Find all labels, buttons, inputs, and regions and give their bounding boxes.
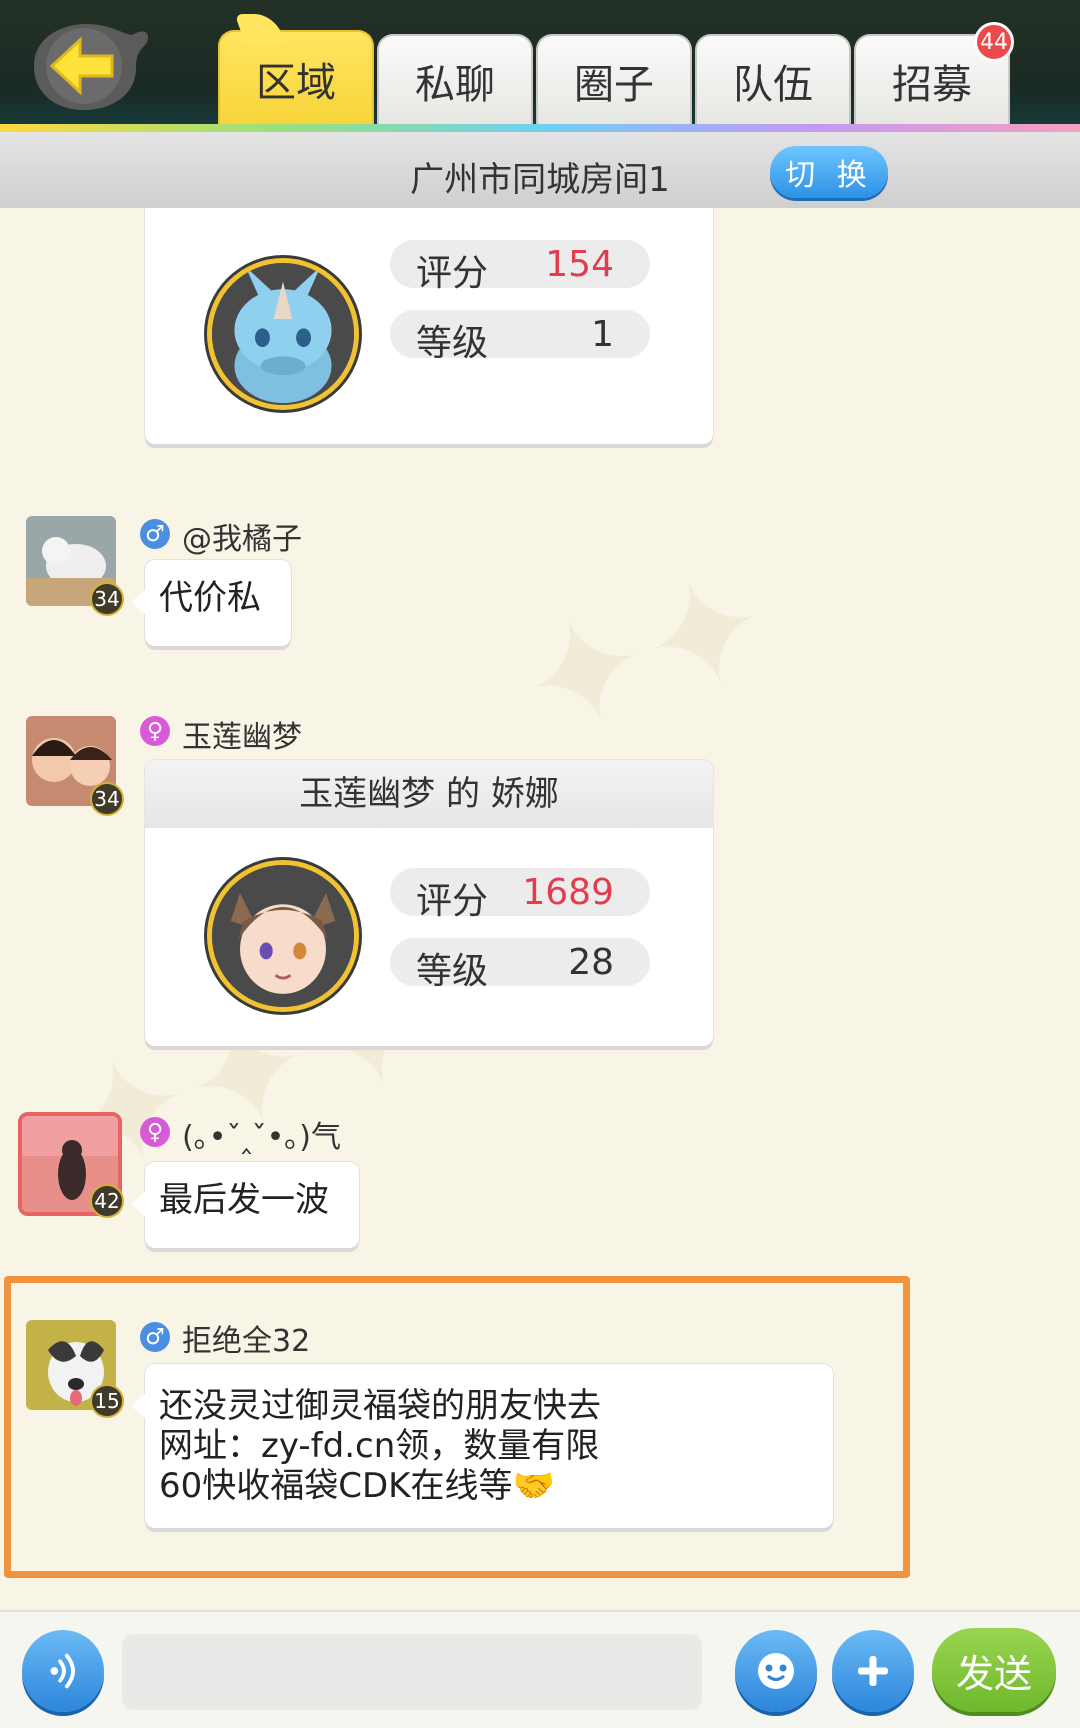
level-pill: 等级 1 — [390, 310, 650, 364]
pet-avatar — [207, 860, 359, 1012]
room-bar: 广州市同城房间1 切 换 — [0, 132, 1080, 208]
tab-label: 队伍 — [733, 62, 813, 108]
input-bar: 发送 — [0, 1610, 1080, 1728]
female-icon: ♀ — [140, 1117, 170, 1147]
level-badge: 34 — [90, 782, 124, 816]
pet-card[interactable]: 玉莲幽梦 的 娇娜 评分 1689 等级 28 — [145, 760, 713, 1046]
score-pill: 评分 1689 — [390, 868, 650, 922]
pet-avatar — [207, 258, 359, 410]
switch-room-button[interactable]: 切 换 — [770, 146, 888, 198]
level-value: 28 — [568, 942, 614, 983]
emoji-icon — [758, 1653, 794, 1689]
tab-team[interactable]: 队伍 — [695, 34, 851, 126]
chat-area[interactable]: ✦✦ ✦✦✦ 评分 154 等级 1 34 ♂ @我橘子 代价私 34 ♀ 玉莲… — [0, 208, 1080, 1610]
level-label: 等级 — [416, 951, 489, 992]
tab-label: 招募 — [892, 62, 972, 108]
level-value: 1 — [591, 314, 614, 355]
tab-label: 私聊 — [415, 62, 495, 108]
score-pill: 评分 154 — [390, 240, 650, 294]
notification-badge: 44 — [974, 22, 1014, 62]
score-value: 154 — [545, 244, 614, 285]
voice-icon — [50, 1653, 75, 1689]
message-input[interactable] — [122, 1634, 702, 1710]
background-watermark: ✦✦ — [499, 533, 793, 777]
emoji-button[interactable] — [735, 1630, 817, 1712]
tab-recruit[interactable]: 招募 44 — [854, 22, 1014, 126]
back-button[interactable] — [24, 16, 154, 116]
level-pill: 等级 28 — [390, 938, 650, 992]
tab-label: 圈子 — [574, 62, 654, 108]
back-arrow-icon — [34, 24, 149, 110]
pet-card[interactable]: 评分 154 等级 1 — [145, 208, 713, 444]
score-label: 评分 — [416, 253, 489, 294]
tab-label: 区域 — [256, 60, 336, 106]
username[interactable]: (｡•ˇ‸ˇ•｡)气 — [182, 1112, 341, 1156]
tab-region[interactable]: 区域 — [218, 30, 374, 126]
header-divider — [0, 124, 1080, 132]
plus-icon — [858, 1656, 888, 1686]
username[interactable]: 玉莲幽梦 — [182, 712, 302, 756]
message-bubble[interactable]: 代价私 — [131, 560, 291, 646]
level-badge: 34 — [90, 582, 124, 616]
male-icon: ♂ — [140, 519, 170, 549]
voice-button[interactable] — [22, 1630, 104, 1712]
plus-button[interactable] — [832, 1630, 914, 1712]
tab-private-chat[interactable]: 私聊 — [377, 34, 533, 126]
tab-circle[interactable]: 圈子 — [536, 34, 692, 126]
score-value: 1689 — [522, 872, 614, 913]
message-bubble[interactable]: 最后发一波 — [131, 1162, 359, 1248]
room-title: 广州市同城房间1 — [410, 160, 670, 200]
pet-card-title: 玉莲幽梦 的 娇娜 — [145, 760, 713, 828]
level-label: 等级 — [416, 323, 489, 364]
score-label: 评分 — [416, 881, 489, 922]
highlight-box — [4, 1276, 910, 1578]
username[interactable]: @我橘子 — [182, 514, 302, 558]
send-button[interactable]: 发送 — [932, 1628, 1056, 1712]
female-icon: ♀ — [140, 716, 170, 746]
level-badge: 42 — [90, 1184, 124, 1218]
top-header: 区域 私聊 圈子 队伍 招募 44 — [0, 0, 1080, 126]
